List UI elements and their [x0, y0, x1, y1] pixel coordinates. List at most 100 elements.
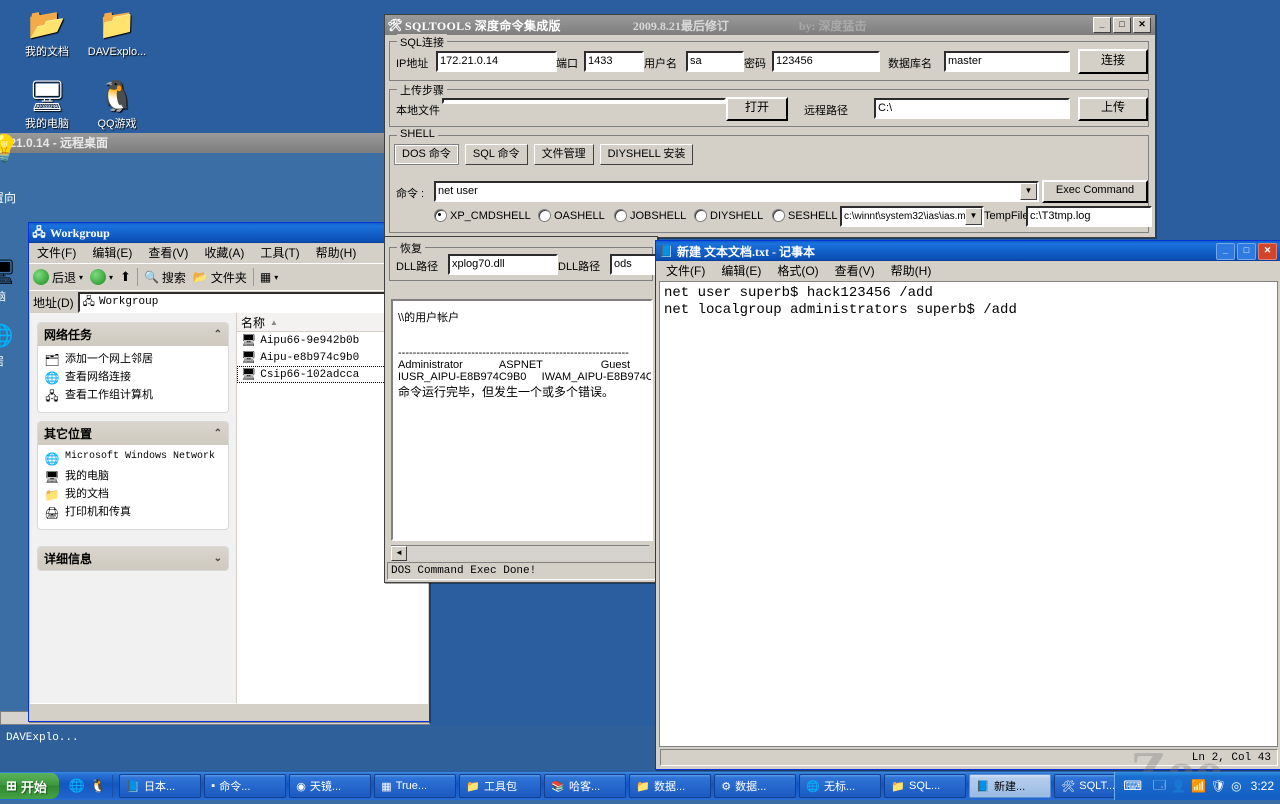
place-printers-and-faxes[interactable]: 🖨 打印机和传真 — [44, 505, 222, 521]
place-my-documents[interactable]: 📁 我的文档 — [44, 487, 222, 503]
task-button[interactable]: 🛠 SQLT... — [1054, 774, 1115, 798]
menu-view[interactable]: 查看(V) — [140, 244, 196, 261]
panel-header[interactable]: 其它位置 ⌃ — [38, 422, 228, 445]
views-icon[interactable]: ▦ — [260, 270, 271, 284]
chevron-up-icon[interactable]: ⌃ — [214, 329, 222, 340]
network-icon[interactable]: 📶 — [1191, 779, 1206, 793]
task-label[interactable]: 添加一个网上邻居 — [65, 352, 153, 366]
password-input[interactable]: 123456 — [772, 51, 880, 72]
back-label[interactable]: 后退 — [52, 269, 76, 286]
mdb-path-combobox[interactable]: c:\winnt\system32\ias\ias.mdb ▼ — [840, 206, 984, 227]
place-microsoft-windows-network[interactable]: 🌐 Microsoft Windows Network — [44, 451, 222, 467]
task-button[interactable]: ⚙ 数据... — [714, 774, 797, 798]
sqltools-window[interactable]: 🛠 SQLTOOLS 深度命令集成版 2009.8.21最后修订 by: 深度猛… — [384, 14, 1156, 238]
menu-file[interactable]: 文件(F) — [658, 262, 713, 279]
close-button[interactable]: ✕ — [1258, 242, 1277, 260]
ip-input[interactable]: 172.21.0.14 — [436, 51, 557, 72]
notepad-titlebar[interactable]: 📘 新建 文本文档.txt - 记事本 _ □ ✕ — [656, 241, 1280, 261]
task-button[interactable]: 📁 SQL... — [884, 774, 967, 798]
taskbar[interactable]: ⊞ 开始 🌐 🐧 📘 日本... ▪ 命令... ◉ 天镜... ▦ True... 📁… — [0, 772, 1280, 800]
antivirus-icon[interactable]: 🛡 — [1211, 779, 1226, 793]
task-button[interactable]: 📚 哈客... — [544, 774, 627, 798]
menu-format[interactable]: 格式(O) — [769, 262, 826, 279]
desktop-icon-davexplorer[interactable]: 📁 DAVExplo... — [76, 4, 158, 58]
quick-launch-bar[interactable]: 🌐 🐧 — [63, 775, 114, 797]
scroll-left-icon[interactable]: ◄ — [391, 546, 407, 561]
command-combobox[interactable]: net user ▼ — [434, 181, 1039, 202]
maximize-button[interactable]: □ — [1237, 242, 1256, 260]
start-button[interactable]: ⊞ 开始 — [0, 773, 59, 799]
dll-path-input-1[interactable]: xplog70.dll — [448, 254, 558, 275]
task-add-network-place[interactable]: 🗂 添加一个网上邻居 — [44, 352, 222, 368]
explorer-toolbar[interactable]: 后退 ▾ ▾ ⬆ 🔍 搜索 📂 文件夹 ▦ ▾ — [29, 263, 429, 290]
keyboard-icon[interactable]: ⌨ — [1123, 778, 1142, 794]
qq-icon[interactable]: 🐧 — [90, 778, 106, 794]
menu-help[interactable]: 帮助(H) — [883, 262, 940, 279]
local-file-input[interactable] — [442, 98, 726, 104]
minimize-button[interactable]: _ — [1216, 242, 1235, 260]
task-button[interactable]: ▪ 命令... — [204, 774, 287, 798]
chevron-up-icon[interactable]: ⌃ — [214, 428, 222, 439]
views-dropdown-icon[interactable]: ▾ — [274, 273, 278, 282]
up-icon[interactable]: ⬆ — [120, 269, 131, 285]
task-view-network-connections[interactable]: 🌐 查看网络连接 — [44, 370, 222, 386]
radio-jobshell[interactable]: JOBSHELL — [614, 209, 686, 222]
folders-icon[interactable]: 📂 — [193, 270, 208, 284]
messenger-icon[interactable]: 👤 — [1171, 779, 1186, 793]
shell-tabstrip[interactable]: DOS 命令 SQL 命令 文件管理 DIYSHELL 安装 — [394, 144, 699, 165]
task-button-active[interactable]: 📘 新建... — [969, 774, 1052, 798]
task-button[interactable]: 📁 数据... — [629, 774, 712, 798]
radio-xp-cmdshell[interactable]: XP_CMDSHELL — [434, 209, 531, 222]
explorer-addressbar[interactable]: 地址(D) 🖧 Workgroup — [29, 290, 429, 313]
task-label[interactable]: 查看网络连接 — [65, 370, 131, 384]
folders-label[interactable]: 文件夹 — [211, 269, 247, 286]
forward-icon[interactable] — [90, 269, 107, 285]
place-label[interactable]: 打印机和传真 — [65, 505, 131, 519]
notepad-text-area[interactable]: net user superb$ hack123456 /add net loc… — [659, 281, 1278, 747]
task-button[interactable]: 📘 日本... — [119, 774, 202, 798]
shield-icon[interactable]: ◎ — [1231, 779, 1241, 793]
mdb-path-input[interactable]: c:\winnt\system32\ias\ias.mdb — [842, 208, 965, 225]
workgroup-explorer-window[interactable]: 🖧 Workgroup 文件(F) 编辑(E) 查看(V) 收藏(A) 工具(T… — [28, 222, 430, 722]
menu-tools[interactable]: 工具(T) — [252, 244, 307, 261]
search-icon[interactable]: 🔍 — [144, 270, 159, 284]
desktop-icon-qq-games[interactable]: 🐧 QQ游戏 — [76, 76, 158, 130]
chevron-down-icon[interactable]: ▼ — [965, 208, 982, 225]
menu-view[interactable]: 查看(V) — [827, 262, 883, 279]
menu-favorites[interactable]: 收藏(A) — [196, 244, 252, 261]
user-input[interactable]: sa — [686, 51, 744, 72]
menu-file[interactable]: 文件(F) — [29, 244, 84, 261]
place-my-computer[interactable]: 🖥 我的电脑 — [44, 469, 222, 485]
panel-header[interactable]: 详细信息 ⌄ — [38, 547, 228, 570]
search-label[interactable]: 搜索 — [162, 269, 186, 286]
sqltools-titlebar[interactable]: 🛠 SQLTOOLS 深度命令集成版 2009.8.21最后修订 by: 深度猛… — [385, 15, 1155, 35]
tab-diyshell-install[interactable]: DIYSHELL 安装 — [599, 144, 694, 165]
task-button[interactable]: ▦ True... — [374, 774, 457, 798]
explorer-menubar[interactable]: 文件(F) 编辑(E) 查看(V) 收藏(A) 工具(T) 帮助(H) — [29, 243, 429, 263]
notepad-menubar[interactable]: 文件(F) 编辑(E) 格式(O) 查看(V) 帮助(H) — [656, 261, 1280, 281]
panel-header[interactable]: 网络任务 ⌃ — [38, 323, 228, 346]
radio-seshell[interactable]: SESHELL — [772, 209, 838, 222]
task-button[interactable]: ◉ 天镜... — [289, 774, 372, 798]
chevron-down-icon[interactable]: ▼ — [1020, 183, 1037, 200]
notepad-window[interactable]: 📘 新建 文本文档.txt - 记事本 _ □ ✕ 文件(F) 编辑(E) 格式… — [655, 240, 1280, 770]
menu-help[interactable]: 帮助(H) — [308, 244, 365, 261]
upload-button[interactable]: 上传 — [1078, 97, 1148, 121]
back-icon[interactable] — [33, 269, 49, 285]
chevron-down-icon[interactable]: ⌄ — [214, 553, 222, 564]
tab-sql-command[interactable]: SQL 命令 — [464, 144, 528, 165]
place-label[interactable]: Microsoft Windows Network — [65, 451, 215, 463]
remote-path-input[interactable]: C:\ — [874, 98, 1070, 119]
task-buttons[interactable]: 📘 日本... ▪ 命令... ◉ 天镜... ▦ True... 📁 工具包 📚 哈客..… — [113, 774, 1115, 798]
place-label[interactable]: 我的电脑 — [65, 469, 109, 483]
tempfile-input[interactable]: c:\T3tmp.log — [1026, 206, 1152, 227]
radio-oashell[interactable]: OASHELL — [538, 209, 605, 222]
back-dropdown-icon[interactable]: ▾ — [79, 273, 83, 282]
sqltools-recovery-window[interactable]: 恢复 DLL路径 xplog70.dll DLL路径 ods \\的用户帐户 -… — [384, 236, 658, 583]
menu-edit[interactable]: 编辑(E) — [84, 244, 140, 261]
open-file-button[interactable]: 打开 — [726, 97, 788, 121]
command-input[interactable]: net user — [436, 183, 1020, 200]
address-input[interactable]: 🖧 Workgroup — [77, 291, 425, 313]
database-input[interactable]: master — [944, 51, 1070, 72]
task-label[interactable]: 查看工作组计算机 — [65, 388, 153, 402]
